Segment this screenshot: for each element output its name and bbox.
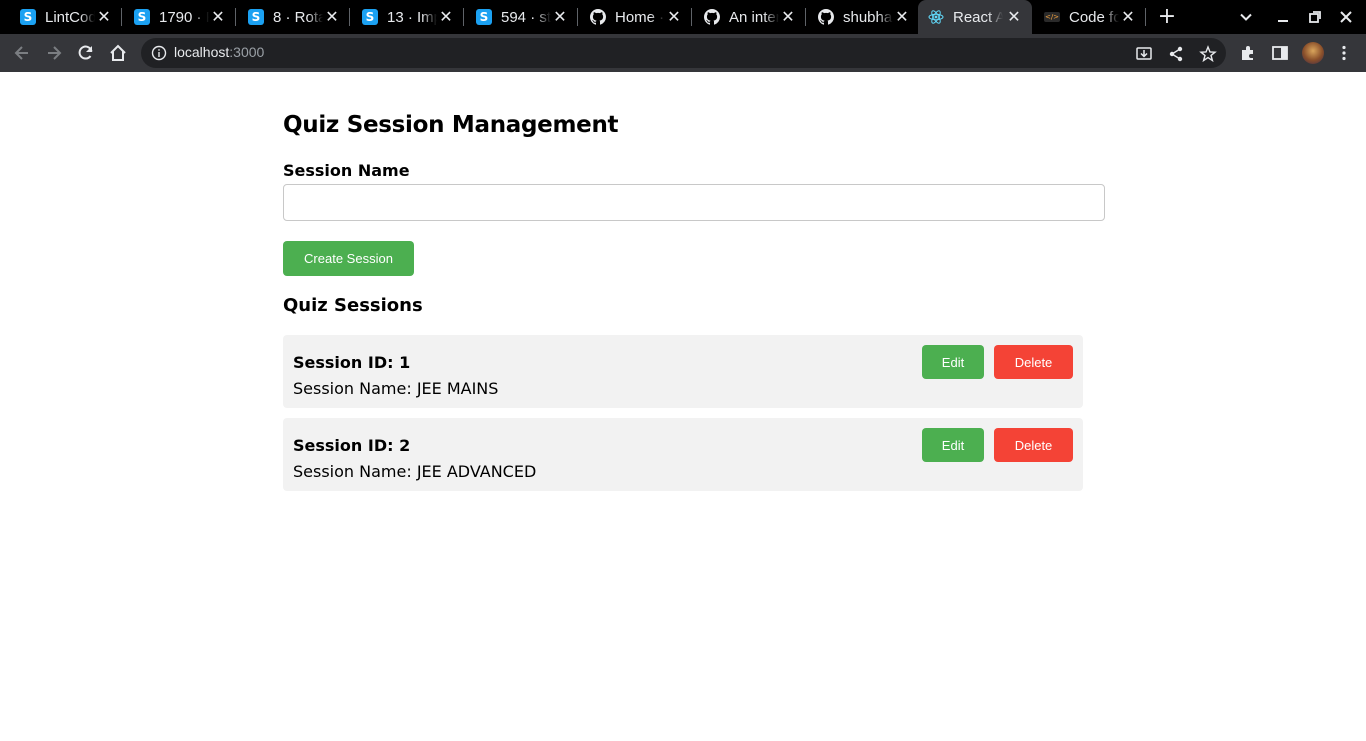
close-tab-icon[interactable]: ✕ — [552, 9, 568, 25]
lintcode-icon: S — [20, 9, 36, 25]
code-icon: </> — [1044, 12, 1060, 22]
close-tab-icon[interactable]: ✕ — [210, 9, 226, 25]
minimize-icon[interactable] — [1274, 8, 1292, 26]
delete-session-button[interactable]: Delete — [994, 428, 1073, 462]
extensions-icon[interactable] — [1239, 44, 1257, 62]
session-name-input[interactable] — [283, 184, 1105, 221]
tab-title: An interactive — [729, 8, 779, 26]
tab-code-for[interactable]: </> Code for ✕ — [1032, 0, 1146, 34]
close-tab-icon[interactable]: ✕ — [666, 9, 682, 25]
edit-session-button[interactable]: Edit — [922, 345, 984, 379]
lintcode-icon: S — [248, 9, 264, 25]
close-tab-icon[interactable]: ✕ — [96, 9, 112, 25]
close-tab-icon[interactable]: ✕ — [894, 9, 910, 25]
restore-icon[interactable] — [1306, 8, 1324, 26]
address-bar[interactable]: localhost:3000 — [141, 38, 1226, 68]
share-icon[interactable] — [1167, 45, 1185, 63]
home-icon[interactable] — [108, 43, 128, 63]
session-name: Session Name: JEE ADVANCED — [293, 462, 537, 481]
github-icon — [818, 9, 834, 25]
install-app-icon[interactable] — [1135, 45, 1153, 63]
tab-github-shubham[interactable]: shubham ✕ — [798, 0, 920, 34]
chevron-down-icon[interactable] — [1237, 8, 1255, 26]
lintcode-icon: S — [362, 9, 378, 25]
tab-title: LintCode — [45, 8, 95, 26]
page-content: Quiz Session Management Session Name Cre… — [0, 72, 1366, 741]
tab-title: 13 · Implement strStr() — [387, 8, 437, 26]
session-id: Session ID: 2 — [293, 436, 411, 455]
profile-avatar[interactable] — [1302, 42, 1324, 64]
close-tab-icon[interactable]: ✕ — [780, 9, 796, 25]
create-session-button[interactable]: Create Session — [283, 241, 414, 276]
tab-title: React App — [953, 8, 1003, 26]
session-id: Session ID: 1 — [293, 353, 411, 372]
close-window-icon[interactable] — [1337, 8, 1355, 26]
edit-session-button[interactable]: Edit — [922, 428, 984, 462]
tab-github-interactive[interactable]: An interactive ✕ — [684, 0, 806, 34]
tab-title: 1790 · Rotate String — [159, 8, 209, 26]
tab-8-rotate[interactable]: S 8 · Rotate String ✕ — [228, 0, 350, 34]
tab-strip: S LintCode ✕ S 1790 · Rotate String ✕ S … — [0, 0, 1366, 34]
close-tab-icon[interactable]: ✕ — [1006, 9, 1022, 25]
lintcode-icon: S — [134, 9, 150, 25]
tab-1790[interactable]: S 1790 · Rotate String ✕ — [114, 0, 236, 34]
url-port: :3000 — [229, 44, 265, 60]
info-icon[interactable] — [151, 45, 167, 61]
side-panel-icon[interactable] — [1271, 44, 1289, 62]
tab-13-implement[interactable]: S 13 · Implement strStr() ✕ — [342, 0, 464, 34]
tab-separator — [1145, 8, 1146, 26]
tab-title: 594 · strStr II — [501, 8, 551, 26]
delete-session-button[interactable]: Delete — [994, 345, 1073, 379]
session-card: Session ID: 1 Session Name: JEE MAINS Ed… — [283, 335, 1083, 408]
tab-title: shubham — [843, 8, 893, 26]
session-card: Session ID: 2 Session Name: JEE ADVANCED… — [283, 418, 1083, 491]
back-arrow-icon[interactable] — [12, 43, 32, 63]
tab-594-strstr[interactable]: S 594 · strStr II ✕ — [456, 0, 578, 34]
github-icon — [704, 9, 720, 25]
page-title: Quiz Session Management — [283, 112, 619, 138]
forward-arrow-icon[interactable] — [44, 43, 64, 63]
sessions-heading: Quiz Sessions — [283, 295, 423, 316]
react-icon — [928, 9, 944, 25]
tab-title: Code for — [1069, 8, 1119, 26]
browser-toolbar: localhost:3000 — [0, 34, 1366, 72]
url-text: localhost:3000 — [174, 44, 264, 60]
tab-title: 8 · Rotate String — [273, 8, 323, 26]
session-list: Session ID: 1 Session Name: JEE MAINS Ed… — [283, 335, 1083, 501]
close-tab-icon[interactable]: ✕ — [324, 9, 340, 25]
tab-title: Home · GitHub — [615, 8, 665, 26]
bookmark-star-icon[interactable] — [1199, 45, 1217, 63]
lintcode-icon: S — [476, 9, 492, 25]
url-host: localhost — [174, 44, 230, 60]
session-name-label: Session Name — [283, 161, 410, 180]
more-menu-icon[interactable] — [1335, 44, 1353, 62]
session-name: Session Name: JEE MAINS — [293, 379, 499, 398]
new-tab-icon[interactable]: + — [1157, 6, 1177, 28]
close-tab-icon[interactable]: ✕ — [1120, 9, 1136, 25]
tab-github-home[interactable]: Home · GitHub ✕ — [570, 0, 692, 34]
close-tab-icon[interactable]: ✕ — [438, 9, 454, 25]
tab-lintcode[interactable]: S LintCode ✕ — [0, 0, 122, 34]
tab-react-app[interactable]: React App ✕ — [918, 0, 1032, 34]
reload-icon[interactable] — [76, 43, 96, 63]
github-icon — [590, 9, 606, 25]
